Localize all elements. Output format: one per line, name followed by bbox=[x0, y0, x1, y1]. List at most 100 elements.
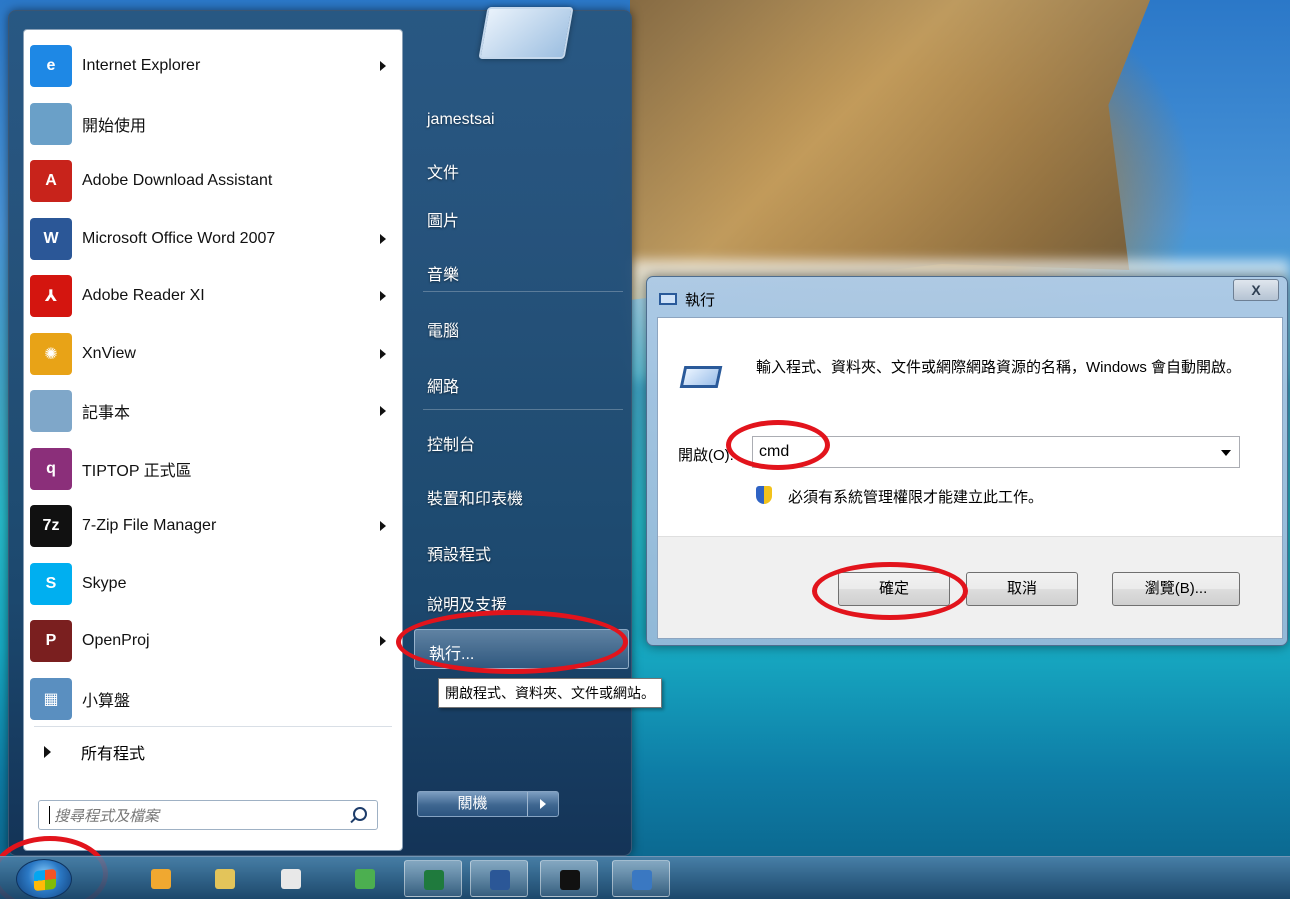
shutdown-options-button[interactable] bbox=[528, 792, 558, 816]
program-item[interactable]: ⅄ Adobe Reader XI bbox=[30, 268, 396, 324]
program-item[interactable]: 記事本 bbox=[30, 383, 396, 439]
documents-link[interactable]: 文件 bbox=[427, 159, 459, 183]
taskbar-button[interactable] bbox=[132, 860, 190, 897]
program-item[interactable]: q TIPTOP 正式區 bbox=[30, 441, 396, 497]
right-pane-separator bbox=[423, 409, 623, 410]
file-explorer-icon bbox=[215, 869, 235, 889]
program-label: Microsoft Office Word 2007 bbox=[82, 229, 276, 247]
program-label: Adobe Download Assistant bbox=[82, 172, 273, 189]
program-item[interactable]: 7z 7-Zip File Manager bbox=[30, 498, 396, 554]
adobe-download-assistant-icon: A bbox=[30, 160, 72, 202]
wallpaper-cliff bbox=[630, 0, 1150, 300]
7zip-icon: 7z bbox=[30, 505, 72, 547]
expand-arrow-icon bbox=[44, 746, 51, 758]
dialog-title: 執行 bbox=[685, 292, 716, 309]
excel-icon bbox=[424, 870, 444, 890]
outlook-icon bbox=[151, 869, 171, 889]
user-picture[interactable] bbox=[478, 7, 574, 59]
all-programs-separator bbox=[34, 726, 392, 727]
program-label: Skype bbox=[82, 574, 127, 592]
close-button[interactable]: X bbox=[1233, 279, 1279, 301]
annotation-circle-ok bbox=[812, 562, 968, 620]
taskbar-button[interactable] bbox=[540, 860, 598, 897]
program-item[interactable]: 開始使用 bbox=[30, 96, 396, 152]
run-tooltip: 開啟程式、資料夾、文件或網站。 bbox=[438, 678, 662, 708]
run-icon bbox=[679, 366, 723, 388]
taskbar-button[interactable] bbox=[262, 860, 320, 897]
dropdown-arrow-icon[interactable] bbox=[1221, 450, 1231, 456]
uac-shield-icon bbox=[756, 486, 772, 504]
browse-button[interactable]: 瀏覽(B)... bbox=[1112, 572, 1240, 606]
skype-icon: S bbox=[30, 562, 72, 605]
program-label: XnView bbox=[82, 344, 136, 362]
start-menu-programs-pane: e Internet Explorer 開始使用 A Adobe Download As… bbox=[23, 29, 403, 851]
network-link[interactable]: 網路 bbox=[427, 373, 459, 397]
music-link[interactable]: 音樂 bbox=[427, 261, 459, 285]
dialog-body: 輸入程式、資料夾、文件或網際網路資源的名稱，Windows 會自動開啟。 開啟(… bbox=[657, 317, 1283, 639]
run-taskbar-icon bbox=[632, 870, 652, 890]
openproj-icon: P bbox=[30, 620, 72, 662]
program-item[interactable]: A Adobe Download Assistant bbox=[30, 153, 396, 209]
computer-link[interactable]: 電腦 bbox=[427, 317, 459, 341]
program-label: Internet Explorer bbox=[82, 57, 201, 74]
devices-printers-link[interactable]: 裝置和印表機 bbox=[427, 485, 523, 509]
program-label: Adobe Reader XI bbox=[82, 287, 205, 304]
annotation-circle-cmd bbox=[726, 420, 830, 470]
xnview-icon: ✺ bbox=[30, 332, 72, 375]
program-item[interactable]: e Internet Explorer bbox=[30, 38, 396, 94]
chrome-icon bbox=[355, 869, 375, 889]
arrow-right-icon bbox=[540, 799, 546, 809]
shutdown-label[interactable]: 關機 bbox=[418, 792, 528, 816]
search-icon[interactable] bbox=[353, 807, 367, 821]
taskbar-button[interactable] bbox=[404, 860, 462, 897]
taskbar-button[interactable] bbox=[336, 860, 394, 897]
control-panel-link[interactable]: 控制台 bbox=[427, 431, 475, 455]
search-placeholder: 搜尋程式及檔案 bbox=[54, 807, 160, 825]
start-search-input[interactable]: 搜尋程式及檔案 bbox=[38, 800, 378, 830]
program-label: 開始使用 bbox=[82, 117, 147, 135]
text-caret bbox=[49, 806, 50, 824]
default-programs-link[interactable]: 預設程式 bbox=[427, 541, 491, 565]
all-programs-button[interactable]: 所有程式 bbox=[44, 740, 145, 764]
shutdown-button[interactable]: 關機 bbox=[417, 791, 559, 817]
calculator-icon: ▦ bbox=[30, 677, 72, 720]
submenu-arrow-icon bbox=[380, 348, 386, 359]
apps-grid-icon bbox=[281, 869, 301, 889]
word-taskbar-icon bbox=[490, 870, 510, 890]
notepad-icon bbox=[30, 390, 72, 432]
adobe-reader-icon: ⅄ bbox=[30, 275, 72, 317]
user-name-link[interactable]: jamestsai bbox=[427, 111, 495, 129]
program-label: 小算盤 bbox=[82, 692, 131, 710]
taskbar bbox=[0, 856, 1290, 899]
taskbar-button[interactable] bbox=[196, 860, 254, 897]
annotation-circle-run bbox=[396, 610, 628, 674]
pictures-link[interactable]: 圖片 bbox=[427, 207, 459, 231]
cmd-icon bbox=[560, 870, 580, 890]
program-item[interactable]: ✺ XnView bbox=[30, 326, 396, 382]
start-button[interactable] bbox=[16, 859, 72, 899]
program-label: 7-Zip File Manager bbox=[82, 517, 217, 534]
word-icon: W bbox=[30, 217, 72, 260]
right-pane-separator bbox=[423, 291, 623, 292]
run-window-icon bbox=[659, 293, 677, 305]
submenu-arrow-icon bbox=[380, 233, 386, 244]
tiptop-icon: q bbox=[30, 447, 72, 490]
taskbar-button[interactable] bbox=[612, 860, 670, 897]
internet-explorer-icon: e bbox=[30, 45, 72, 87]
submenu-arrow-icon bbox=[380, 521, 386, 531]
getting-started-icon bbox=[30, 102, 72, 145]
submenu-arrow-icon bbox=[380, 406, 386, 416]
program-item[interactable]: S Skype bbox=[30, 556, 396, 612]
program-label: TIPTOP 正式區 bbox=[82, 462, 192, 480]
dialog-description: 輸入程式、資料夾、文件或網際網路資源的名稱，Windows 會自動開啟。 bbox=[756, 359, 1242, 376]
windows-logo-icon bbox=[34, 868, 56, 892]
all-programs-label: 所有程式 bbox=[81, 746, 146, 763]
program-item[interactable]: P OpenProj bbox=[30, 613, 396, 669]
program-item[interactable]: W Microsoft Office Word 2007 bbox=[30, 211, 396, 267]
submenu-arrow-icon bbox=[380, 636, 386, 646]
cancel-button[interactable]: 取消 bbox=[966, 572, 1078, 606]
program-label: 記事本 bbox=[82, 405, 131, 422]
taskbar-button[interactable] bbox=[470, 860, 528, 897]
program-item[interactable]: ▦ 小算盤 bbox=[30, 671, 396, 727]
submenu-arrow-icon bbox=[380, 291, 386, 301]
